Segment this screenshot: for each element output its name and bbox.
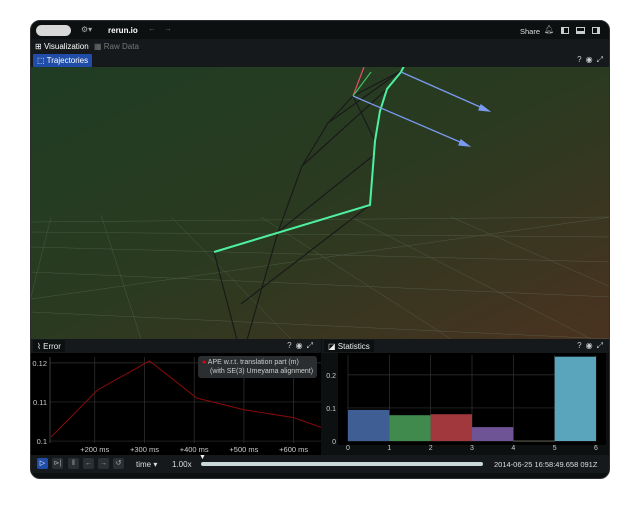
bottom-panel-toggle-icon[interactable] — [576, 27, 585, 34]
histogram-bar — [430, 414, 472, 441]
y-tick-label: 0.1 — [37, 437, 47, 446]
top-bar: ⚙▾ rerun.io ← → Share 🔔︎ — [31, 21, 609, 40]
histogram-bar — [513, 440, 555, 442]
y-tick-label: 0.11 — [33, 398, 47, 407]
x-tick-label: 1 — [387, 445, 391, 452]
x-tick-label: 6 — [594, 445, 598, 452]
current-timestamp: 2014-06-25 16:58:49.658 091Z — [494, 460, 598, 469]
y-tick-label: 0.12 — [32, 359, 47, 368]
y-tick-label: 0.1 — [326, 406, 336, 413]
eye-icon[interactable]: ◉ — [586, 55, 597, 64]
app-title: rerun.io — [108, 26, 138, 35]
timeline-scrubber[interactable] — [201, 462, 483, 466]
maximize-icon[interactable]: ⤢ — [597, 341, 607, 350]
notification-bell-icon[interactable]: 🔔︎ — [544, 25, 554, 34]
app-window: ⚙▾ rerun.io ← → Share 🔔︎ ⊞ Visualization… — [30, 20, 610, 479]
help-icon[interactable]: ? — [577, 55, 585, 64]
histogram-bar — [554, 356, 596, 441]
histogram-bar — [389, 415, 431, 441]
back-icon[interactable]: ← — [148, 24, 156, 33]
tab-statistics[interactable]: ◪ Statistics — [324, 340, 374, 352]
3d-viewport[interactable] — [31, 67, 610, 339]
tab-raw-data[interactable]: ▦ Raw Data — [94, 42, 139, 51]
loop-button[interactable]: ↺ — [113, 458, 124, 469]
error-legend: ● APE w.r.t. translation part (m) (with S… — [198, 356, 318, 378]
x-tick-label: +200 ms — [80, 445, 109, 454]
statistics-panel-header: ◪ Statistics ?◉⤢ — [322, 339, 609, 353]
maximize-icon[interactable]: ⤢ — [597, 55, 607, 64]
panel-controls: ?◉⤢ — [287, 341, 317, 351]
rerun-logo-icon[interactable]: ⚙▾ — [81, 25, 92, 34]
table-icon: ▦ — [94, 42, 104, 51]
share-button[interactable]: Share — [520, 27, 540, 36]
x-tick-label: +600 ms — [279, 445, 308, 454]
step-end-button[interactable]: ⊳| — [52, 458, 63, 469]
x-tick-label: 2 — [429, 445, 433, 452]
tab-error[interactable]: ⌇ Error — [33, 340, 65, 352]
recordings-toggle[interactable] — [36, 25, 71, 36]
eye-icon[interactable]: ◉ — [296, 341, 307, 350]
time-panel: ▷ ⊳| ‖ ← → ↺ time ▾ 1.00x ▼ 2014-06-25 1… — [31, 454, 609, 473]
pause-button[interactable]: ‖ — [68, 458, 79, 469]
histogram-bar — [348, 409, 390, 441]
x-tick-label: 4 — [511, 445, 515, 452]
eye-icon[interactable]: ◉ — [586, 341, 597, 350]
x-tick-label: 0 — [346, 445, 350, 452]
viewport-background — [31, 67, 609, 339]
maximize-icon[interactable]: ⤢ — [307, 341, 317, 350]
x-tick-label: +500 ms — [229, 445, 258, 454]
left-panel-toggle-icon[interactable] — [561, 27, 569, 34]
trajectories-panel-header: ⬚ Trajectories ?◉⤢ — [31, 53, 609, 67]
x-tick-label: +400 ms — [180, 445, 209, 454]
step-back-button[interactable]: ← — [83, 458, 94, 469]
tab-bar: ⊞ Visualization ▦ Raw Data — [31, 39, 609, 54]
y-tick-label: 0.2 — [326, 373, 336, 380]
histogram-bar — [472, 427, 514, 441]
timeline-select[interactable]: time ▾ — [136, 460, 157, 469]
x-tick-label: 3 — [470, 445, 474, 452]
error-panel-header: ⌇ Error ?◉⤢ — [31, 339, 321, 353]
panel-controls: ?◉⤢ — [577, 55, 607, 65]
barchart-icon: ◪ — [328, 342, 338, 351]
x-tick-label: 5 — [553, 445, 557, 452]
x-tick-label: +300 ms — [130, 445, 159, 454]
help-icon[interactable]: ? — [577, 341, 585, 350]
time-cursor[interactable]: ▼ — [199, 454, 206, 461]
statistics-chart[interactable]: 0 1 2 3 4 5 6 0 0.1 0.2 — [322, 353, 610, 455]
tab-trajectories[interactable]: ⬚ Trajectories — [33, 54, 93, 67]
y-tick-label: 0 — [332, 439, 336, 446]
play-button[interactable]: ▷ — [37, 458, 48, 469]
grid-icon: ⊞ — [35, 42, 44, 51]
playback-speed[interactable]: 1.00x — [172, 460, 192, 469]
panel-controls: ?◉⤢ — [577, 341, 607, 351]
3d-view-icon: ⬚ — [37, 56, 47, 65]
right-panel-toggle-icon[interactable] — [592, 27, 600, 34]
tab-visualization[interactable]: ⊞ Visualization — [35, 42, 89, 51]
help-icon[interactable]: ? — [287, 341, 295, 350]
forward-icon[interactable]: → — [164, 24, 172, 33]
step-forward-button[interactable]: → — [98, 458, 109, 469]
